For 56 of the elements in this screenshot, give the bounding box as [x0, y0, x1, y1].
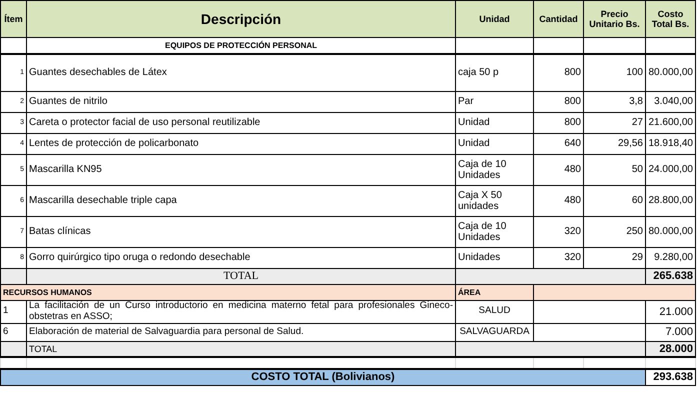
table-cell: 3,8: [584, 92, 646, 112]
table-cell: 800: [534, 92, 584, 112]
table-cell: Batas clínicas: [26, 216, 456, 248]
table-cell: 80.000,00: [646, 216, 696, 248]
table-cell: Mascarilla desechable triple capa: [26, 186, 456, 216]
table-cell: Unidad: [456, 112, 534, 134]
table-cell: 3.040,00: [646, 92, 696, 112]
table-cell: Caja de 10 Unidades: [456, 216, 534, 248]
table-cell: 7.000: [646, 323, 696, 342]
total-value: 265.638: [646, 268, 696, 284]
table-cell: Guantes de nitrilo: [26, 92, 456, 112]
item-number: 6: [0, 323, 26, 342]
table-cell: 250: [584, 216, 646, 248]
table-cell: 18.918,40: [646, 134, 696, 154]
grand-total-value: 293.638: [646, 369, 696, 386]
table-cell: Caja de 10 Unidades: [456, 154, 534, 186]
table-cell: 480: [534, 186, 584, 216]
table-cell: Mascarilla KN95: [26, 154, 456, 186]
table-cell: 50: [584, 154, 646, 186]
column-header: Ítem: [0, 0, 26, 38]
table-cell: Par: [456, 92, 534, 112]
table-cell: 21.000: [646, 300, 696, 324]
column-header: Costo Total Bs.: [646, 0, 696, 38]
table-cell: 100: [584, 54, 646, 92]
total-label: TOTAL: [26, 268, 456, 284]
column-header: Descripción: [26, 0, 456, 38]
column-header: Unidad: [456, 0, 534, 38]
table-cell: caja 50 p: [456, 54, 534, 92]
table-cell: 29,56: [584, 134, 646, 154]
table-cell: Elaboración de material de Salvaguardia para personal de Salud.: [26, 323, 456, 342]
table-cell: SALVAGUARDA: [456, 323, 534, 342]
table-cell: Guantes desechables de Látex: [26, 54, 456, 92]
column-header: ÁREA: [456, 284, 534, 300]
column-header: Cantidad: [534, 0, 584, 38]
table-cell: 640: [534, 134, 584, 154]
table-cell: 480: [534, 154, 584, 186]
grand-total-label: COSTO TOTAL (Bolivianos): [0, 369, 646, 386]
table-cell: Careta o protector facial de uso personal reutilizable: [26, 112, 456, 134]
table-cell: 800: [534, 112, 584, 134]
column-header: Precio Unitario Bs.: [584, 0, 646, 38]
table-cell: Caja X 50 unidades: [456, 186, 534, 216]
section-title: RECURSOS HUMANOS: [0, 284, 456, 300]
table-cell: 24.000,00: [646, 154, 696, 186]
table-cell: 800: [534, 54, 584, 92]
item-number: 1: [0, 300, 26, 324]
table-cell: 60: [584, 186, 646, 216]
table-cell: 28.800,00: [646, 186, 696, 216]
table-cell: Unidad: [456, 134, 534, 154]
table-cell: 21.600,00: [646, 112, 696, 134]
table-cell: La facilitación de un Curso introductorio en medicina materno fetal para profesionales Gineco-obstetras en ASSO;: [26, 300, 456, 324]
table-cell: 27: [584, 112, 646, 134]
table-cell: 320: [534, 216, 584, 248]
table-cell: Lentes de protección de policarbonato: [26, 134, 456, 154]
table-cell: 80.000,00: [646, 54, 696, 92]
table-cell: SALUD: [456, 300, 534, 324]
section-title: EQUIPOS DE PROTECCIÓN PERSONAL: [26, 38, 456, 54]
